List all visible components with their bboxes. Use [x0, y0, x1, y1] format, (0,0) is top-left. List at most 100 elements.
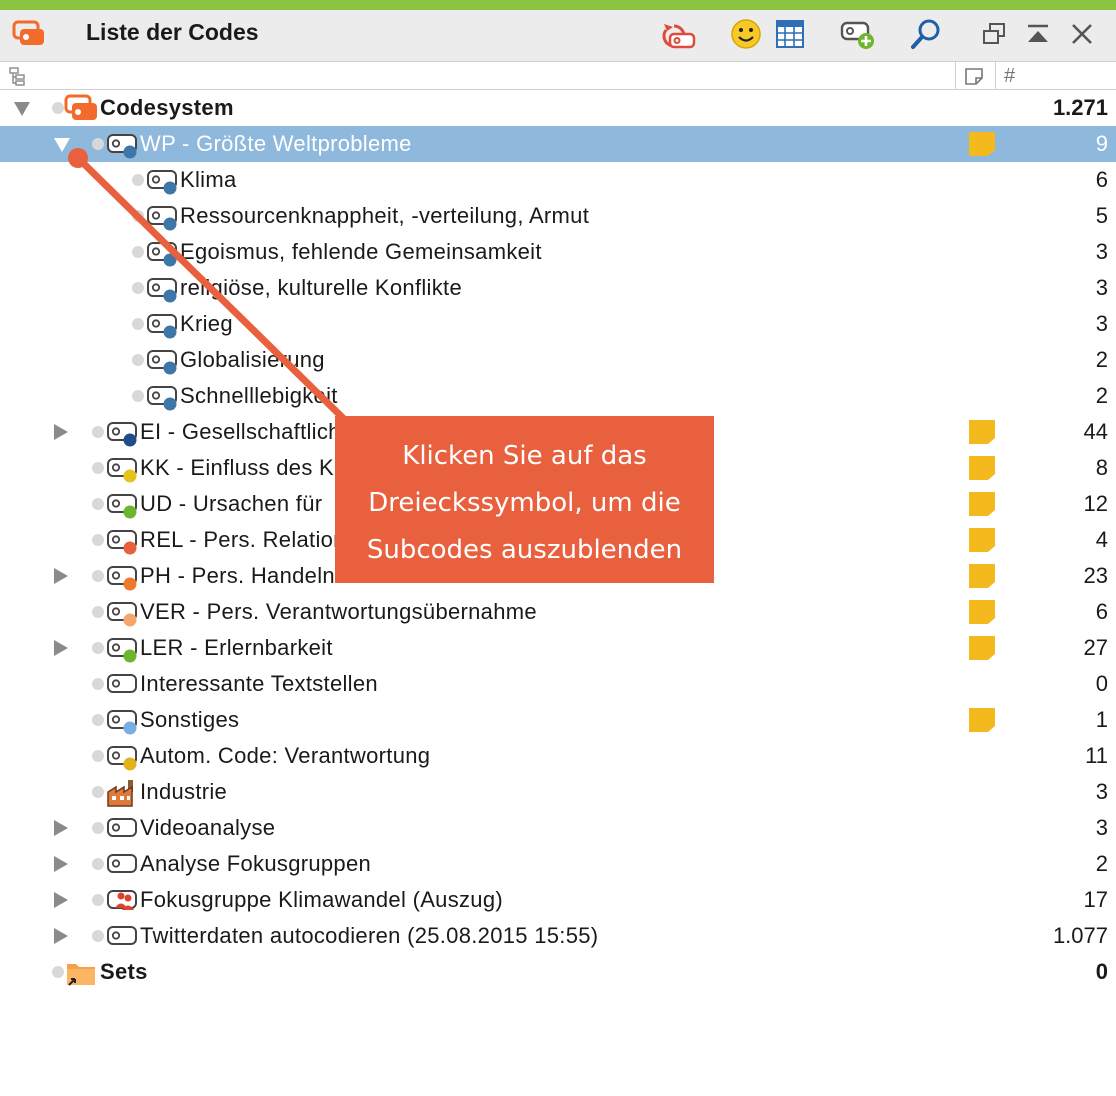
coded-segments-count: 5 [1095, 203, 1108, 228]
expand-triangle-icon[interactable] [54, 820, 68, 836]
callout-line-2: Dreieckssymbol, um die [368, 488, 681, 518]
memo-icon[interactable] [968, 707, 996, 733]
memo-icon[interactable] [968, 131, 996, 157]
code-history-button[interactable] [658, 16, 698, 52]
collapse-triangle-icon[interactable] [54, 138, 70, 152]
column-header-bar: # [0, 62, 1116, 90]
expand-triangle-icon[interactable] [54, 928, 68, 944]
activation-dot[interactable] [92, 750, 104, 762]
coded-segments-count: 0 [1095, 959, 1108, 984]
memo-icon[interactable] [968, 527, 996, 553]
activation-dot[interactable] [132, 246, 144, 258]
coded-segments-count: 0 [1095, 671, 1108, 696]
coded-segments-count: 3 [1095, 815, 1108, 840]
activation-dot[interactable] [132, 282, 144, 294]
expand-triangle-icon[interactable] [54, 640, 68, 656]
callout-line-3: Subcodes auszublenden [366, 535, 683, 565]
activation-dot[interactable] [92, 786, 104, 798]
expand-triangle-icon[interactable] [54, 892, 68, 908]
tree-row[interactable]: Videoanalyse 3 [0, 810, 1116, 846]
activation-dot[interactable] [132, 318, 144, 330]
tree-row[interactable]: Codesystem 1.271 [0, 90, 1116, 126]
tree-row[interactable]: Analyse Fokusgruppen 2 [0, 846, 1116, 882]
code-icon [106, 418, 140, 448]
tree-row[interactable]: Globalisierung 2 [0, 342, 1116, 378]
code-tree-icon[interactable] [8, 66, 28, 86]
coded-segments-count: 23 [1083, 563, 1108, 588]
collapse-triangle-icon[interactable] [14, 102, 30, 116]
tree-row[interactable]: religiöse, kulturelle Konflikte 3 [0, 270, 1116, 306]
tree-row[interactable]: Sets 0 [0, 954, 1116, 990]
code-label: REL - Pers. Relation [140, 527, 346, 552]
activation-dot[interactable] [92, 462, 104, 474]
activation-dot[interactable] [92, 894, 104, 906]
emoticode-button[interactable] [726, 16, 766, 52]
search-button[interactable] [906, 16, 946, 52]
callout-line-1: Klicken Sie auf das [402, 441, 647, 471]
coded-segments-count: 12 [1083, 491, 1108, 516]
activation-dot[interactable] [92, 426, 104, 438]
activation-dot[interactable] [92, 930, 104, 942]
count-column-header[interactable]: # [1004, 66, 1026, 86]
tree-row[interactable]: Industrie 3 [0, 774, 1116, 810]
code-label: LER - Erlernbarkeit [140, 635, 333, 660]
activation-dot[interactable] [92, 642, 104, 654]
activation-dot[interactable] [132, 354, 144, 366]
coded-segments-count: 3 [1095, 239, 1108, 264]
memo-icon[interactable] [968, 635, 996, 661]
expand-triangle-icon[interactable] [54, 856, 68, 872]
code-icon-plain [106, 922, 140, 952]
tree-row[interactable]: Interessante Textstellen 0 [0, 666, 1116, 702]
activation-dot[interactable] [92, 498, 104, 510]
activation-dot[interactable] [92, 714, 104, 726]
tree-row[interactable]: Schnelllebigkeit 2 [0, 378, 1116, 414]
tree-row[interactable]: Sonstiges 1 [0, 702, 1116, 738]
close-button[interactable] [1062, 16, 1102, 52]
code-label: Codesystem [100, 95, 234, 120]
coded-segments-count: 17 [1083, 887, 1108, 912]
activation-dot[interactable] [132, 174, 144, 186]
memo-column-icon[interactable] [964, 66, 984, 86]
activation-dot[interactable] [132, 210, 144, 222]
tree-row[interactable]: VER - Pers. Verantwortungsübernahme 6 [0, 594, 1116, 630]
activation-dot[interactable] [92, 678, 104, 690]
activation-dot[interactable] [132, 390, 144, 402]
tree-row[interactable]: Krieg 3 [0, 306, 1116, 342]
activation-dot[interactable] [92, 822, 104, 834]
collapse-window-button[interactable] [1018, 16, 1058, 52]
memo-icon[interactable] [968, 455, 996, 481]
memo-icon[interactable] [968, 563, 996, 589]
memo-icon[interactable] [968, 491, 996, 517]
memo-icon[interactable] [968, 599, 996, 625]
tree-row[interactable]: Twitterdaten autocodieren (25.08.2015 15… [0, 918, 1116, 954]
memo-icon[interactable] [968, 419, 996, 445]
expand-triangle-icon[interactable] [54, 568, 68, 584]
column-separator [995, 62, 996, 90]
tree-row[interactable]: Fokusgruppe Klimawandel (Auszug) 17 [0, 882, 1116, 918]
activation-dot[interactable] [92, 570, 104, 582]
code-icon [146, 274, 180, 304]
codesystem-icon [64, 94, 98, 124]
activation-dot[interactable] [52, 102, 64, 114]
code-icon [106, 454, 140, 484]
tree-row[interactable]: Ressourcenknappheit, -verteilung, Armut 5 [0, 198, 1116, 234]
activation-dot[interactable] [92, 138, 104, 150]
code-icon [106, 526, 140, 556]
code-history-icon [662, 24, 696, 49]
activation-dot[interactable] [92, 858, 104, 870]
coded-segments-count: 1 [1095, 707, 1108, 732]
activation-dot[interactable] [92, 534, 104, 546]
tree-row[interactable]: Autom. Code: Verantwortung 11 [0, 738, 1116, 774]
code-matrix-button[interactable] [770, 16, 810, 52]
activation-dot[interactable] [52, 966, 64, 978]
code-icon [106, 598, 140, 628]
tree-row[interactable]: Egoismus, fehlende Gemeinsamkeit 3 [0, 234, 1116, 270]
tree-row[interactable]: Klima 6 [0, 162, 1116, 198]
tree-row[interactable]: LER - Erlernbarkeit 27 [0, 630, 1116, 666]
tree-row[interactable]: WP - Größte Weltprobleme 9 [0, 126, 1116, 162]
undock-window-button[interactable] [974, 16, 1014, 52]
expand-triangle-icon[interactable] [54, 424, 68, 440]
new-code-button[interactable] [838, 16, 878, 52]
activation-dot[interactable] [92, 606, 104, 618]
collapse-window-icon [1028, 24, 1048, 42]
